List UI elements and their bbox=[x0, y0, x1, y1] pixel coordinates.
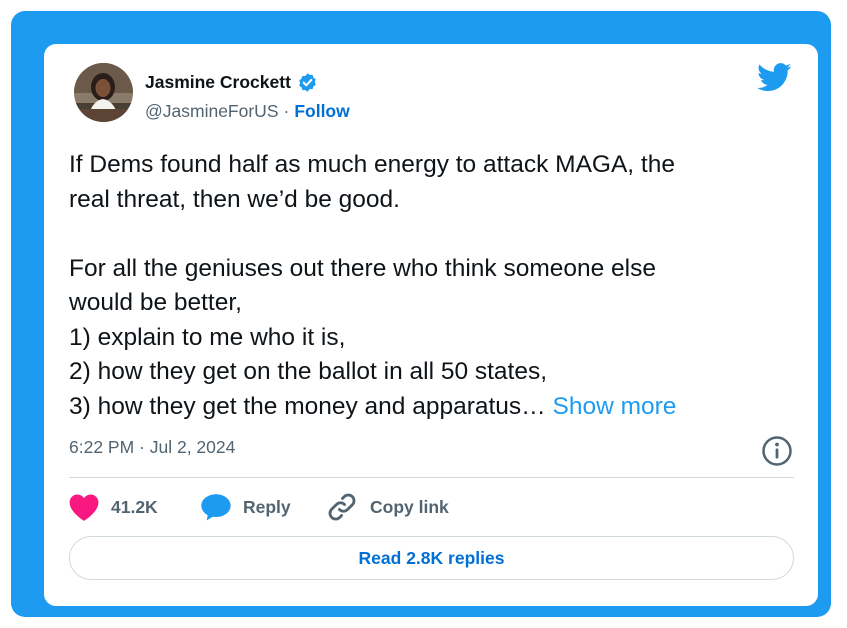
handle-row: @JasmineForUS · Follow bbox=[145, 101, 350, 122]
copy-link-label: Copy link bbox=[370, 496, 449, 517]
author-handle[interactable]: @JasmineForUS bbox=[145, 101, 279, 122]
tweet-card: Jasmine Crockett @JasmineForUS · Follow … bbox=[44, 44, 818, 606]
reply-button[interactable]: Reply bbox=[200, 490, 291, 524]
reply-label: Reply bbox=[243, 496, 291, 517]
speech-bubble-icon bbox=[200, 492, 232, 522]
tweet-line: 1) explain to me who it is, bbox=[69, 323, 346, 351]
copy-link-button[interactable]: Copy link bbox=[325, 490, 449, 524]
tweet-text: If Dems found half as much energy to att… bbox=[69, 148, 789, 424]
author-name[interactable]: Jasmine Crockett bbox=[145, 72, 291, 93]
tweet-line: real threat, then we’d be good. bbox=[69, 185, 400, 213]
tweet-line: For all the geniuses out there who think… bbox=[69, 254, 656, 282]
embed-frame: Jasmine Crockett @JasmineForUS · Follow … bbox=[11, 11, 831, 617]
info-icon[interactable] bbox=[761, 435, 793, 467]
read-replies-label: Read 2.8K replies bbox=[358, 547, 505, 568]
tweet-line: 2) how they get on the ballot in all 50 … bbox=[69, 358, 548, 385]
author-name-row[interactable]: Jasmine Crockett bbox=[145, 72, 318, 93]
twitter-bird-icon[interactable] bbox=[757, 63, 792, 92]
verified-badge-icon bbox=[297, 72, 318, 93]
tweet-line-last: 3) how they get the money and apparatus…… bbox=[69, 390, 789, 425]
show-more-link[interactable]: Show more bbox=[553, 393, 677, 420]
like-count: 41.2K bbox=[111, 496, 158, 517]
separator-dot: · bbox=[283, 101, 290, 121]
tweet-line: would be better, bbox=[69, 289, 242, 316]
tweet-timestamp[interactable]: 6:22 PM · Jul 2, 2024 bbox=[69, 437, 235, 458]
tweet-line: If Dems found half as much energy to att… bbox=[69, 151, 675, 178]
divider bbox=[69, 477, 794, 478]
link-icon bbox=[325, 490, 359, 524]
heart-icon bbox=[68, 492, 100, 522]
tweet-line: 3) how they get the money and apparatus… bbox=[69, 392, 546, 420]
avatar[interactable] bbox=[74, 63, 133, 122]
read-replies-button[interactable]: Read 2.8K replies bbox=[69, 536, 794, 580]
follow-button[interactable]: Follow bbox=[294, 101, 349, 122]
like-button[interactable]: 41.2K bbox=[68, 490, 158, 524]
